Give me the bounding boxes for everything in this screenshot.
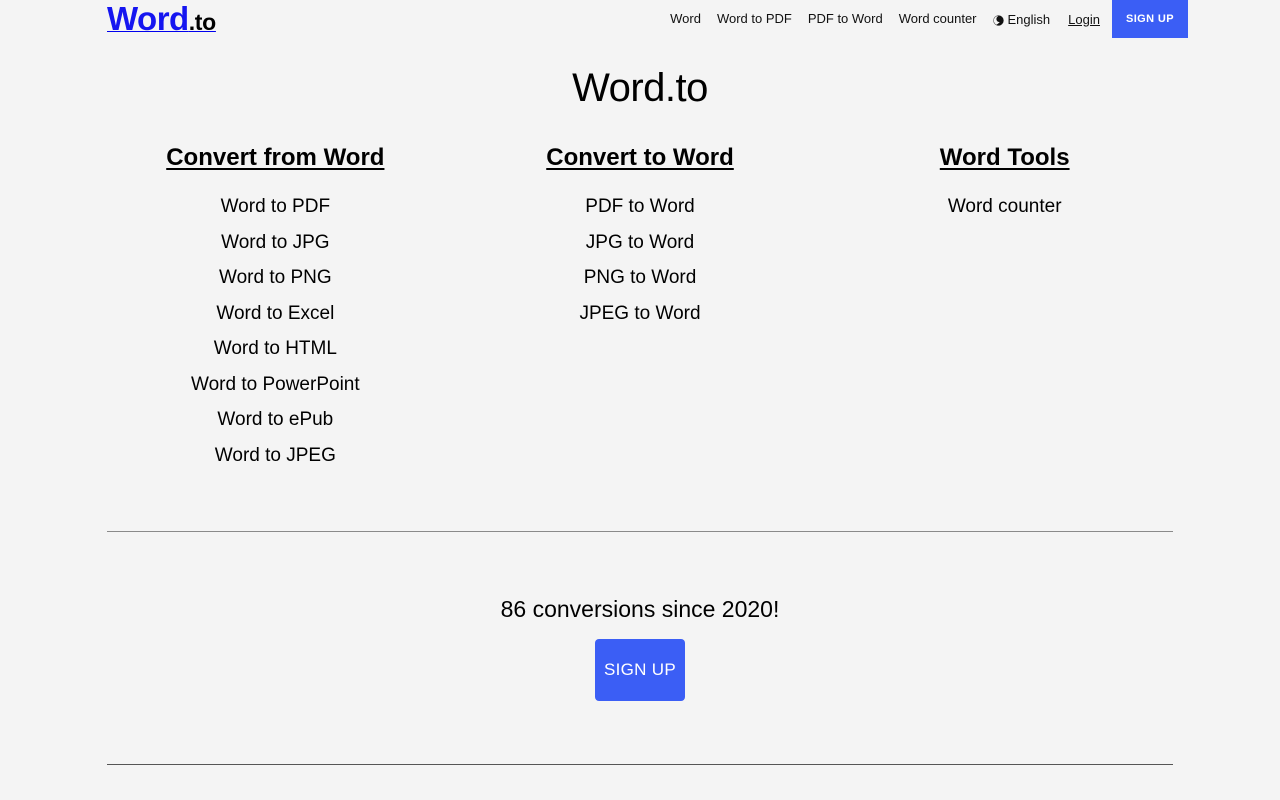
globe-icon: [992, 14, 1004, 26]
site-header: Word.to Word Word to PDF PDF to Word Wor…: [0, 0, 1280, 38]
signup-callout: 86 conversions since 2020! SIGN UP: [0, 532, 1280, 764]
cta-signup-button[interactable]: SIGN UP: [595, 639, 685, 701]
link-word-to-html[interactable]: Word to HTML: [93, 331, 458, 367]
nav-item-word-to-pdf[interactable]: Word to PDF: [709, 0, 800, 38]
language-label: English: [1007, 11, 1051, 27]
link-word-to-pdf[interactable]: Word to PDF: [93, 189, 458, 225]
primary-navigation: Word Word to PDF PDF to Word Word counte…: [662, 0, 1280, 38]
link-png-to-word[interactable]: PNG to Word: [458, 260, 823, 296]
logo-suffix-text: .to: [188, 9, 217, 35]
link-word-to-png[interactable]: Word to PNG: [93, 260, 458, 296]
column-convert-to-word: Convert to Word PDF to Word JPG to Word …: [458, 141, 823, 331]
page-title: Word.to: [572, 66, 708, 110]
logo-primary-text: Word: [107, 0, 189, 37]
link-word-counter[interactable]: Word counter: [822, 189, 1187, 225]
column-word-tools: Word Tools Word counter: [822, 141, 1187, 225]
divider-bottom: [107, 764, 1173, 765]
link-jpeg-to-word[interactable]: JPEG to Word: [458, 296, 823, 332]
link-word-to-epub[interactable]: Word to ePub: [93, 402, 458, 438]
link-jpg-to-word[interactable]: JPG to Word: [458, 225, 823, 261]
column-heading: Convert from Word: [166, 144, 385, 171]
link-columns: Convert from Word Word to PDF Word to JP…: [93, 111, 1187, 473]
header-signup-button[interactable]: SIGN UP: [1111, 0, 1188, 38]
link-pdf-to-word[interactable]: PDF to Word: [458, 189, 823, 225]
column-convert-from-word: Convert from Word Word to PDF Word to JP…: [93, 141, 458, 473]
column-heading: Convert to Word: [546, 144, 734, 171]
login-link[interactable]: Login: [1058, 12, 1112, 27]
site-logo[interactable]: Word.to: [107, 2, 216, 43]
language-selector[interactable]: English: [985, 12, 1059, 27]
nav-item-pdf-to-word[interactable]: PDF to Word: [800, 0, 891, 38]
nav-item-word-counter[interactable]: Word counter: [891, 0, 985, 38]
link-word-to-excel[interactable]: Word to Excel: [93, 296, 458, 332]
conversions-stat: 86 conversions since 2020!: [500, 596, 780, 622]
link-word-to-jpg[interactable]: Word to JPG: [93, 225, 458, 261]
nav-item-word[interactable]: Word: [662, 0, 709, 38]
column-heading: Word Tools: [939, 144, 1070, 171]
link-word-to-powerpoint[interactable]: Word to PowerPoint: [93, 367, 458, 403]
link-word-to-jpeg[interactable]: Word to JPEG: [93, 438, 458, 474]
